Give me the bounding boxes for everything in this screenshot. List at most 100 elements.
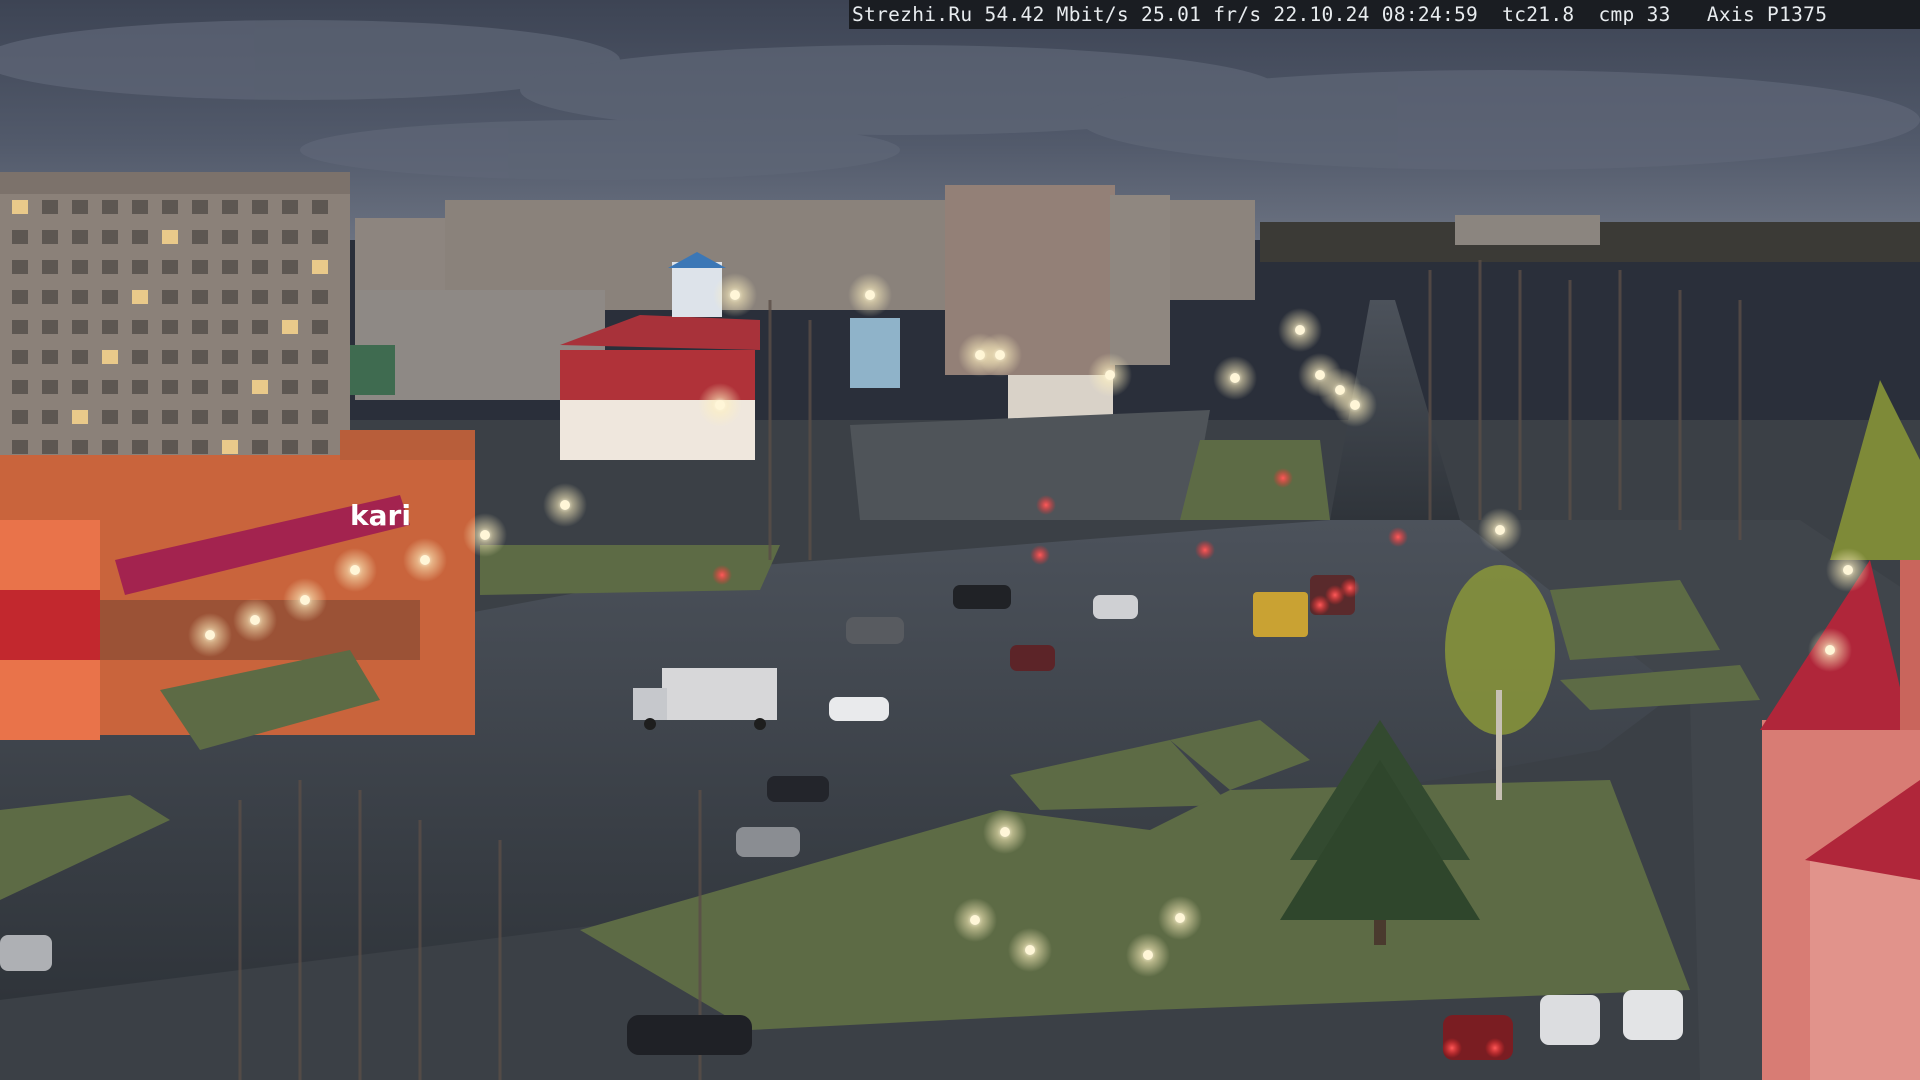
red-light (712, 565, 732, 585)
window (222, 260, 238, 274)
white-van (1093, 595, 1138, 619)
window (282, 230, 298, 244)
window (102, 200, 118, 214)
window (222, 290, 238, 304)
lamp-bulb (350, 565, 360, 575)
window (132, 440, 148, 454)
window (132, 260, 148, 274)
window (102, 320, 118, 334)
window (102, 230, 118, 244)
window (312, 260, 328, 274)
lamp-bulb (420, 555, 430, 565)
parked-car-left (0, 935, 52, 971)
window (132, 380, 148, 394)
window (252, 350, 268, 364)
window (282, 410, 298, 424)
city-street-scene: kari (0, 0, 1920, 1080)
window (192, 410, 208, 424)
window (72, 200, 88, 214)
lamp-bulb (1025, 945, 1035, 955)
window (12, 440, 28, 454)
lamp-bulb (865, 290, 875, 300)
dark-suv (953, 585, 1011, 609)
window (132, 410, 148, 424)
window (102, 350, 118, 364)
window (282, 320, 298, 334)
window (192, 290, 208, 304)
window (252, 410, 268, 424)
white-suv-1 (1540, 995, 1600, 1045)
window (312, 290, 328, 304)
window (192, 320, 208, 334)
window (42, 320, 58, 334)
window (162, 350, 178, 364)
lamp-bulb (1175, 913, 1185, 923)
dark-car-2 (627, 1015, 752, 1055)
window (282, 260, 298, 274)
lamp-bulb (300, 595, 310, 605)
plaza (850, 410, 1210, 520)
window (132, 230, 148, 244)
window (162, 320, 178, 334)
grey-car (736, 827, 800, 857)
window (192, 260, 208, 274)
window (42, 410, 58, 424)
window (252, 230, 268, 244)
window (12, 230, 28, 244)
red-light (1195, 540, 1215, 560)
window (222, 440, 238, 454)
window (252, 320, 268, 334)
window (252, 260, 268, 274)
window (102, 410, 118, 424)
window (42, 440, 58, 454)
window (222, 380, 238, 394)
window (252, 440, 268, 454)
red-light (1030, 545, 1050, 565)
window (312, 380, 328, 394)
window (222, 350, 238, 364)
kiosk-building (850, 318, 900, 388)
window (132, 200, 148, 214)
window (162, 440, 178, 454)
lamp-bulb (995, 350, 1005, 360)
red-light (1273, 468, 1293, 488)
window (102, 440, 118, 454)
window (282, 290, 298, 304)
window (162, 290, 178, 304)
window (222, 410, 238, 424)
lamp-bulb (1495, 525, 1505, 535)
lamp-bulb (1143, 950, 1153, 960)
white-car (829, 697, 889, 721)
window (12, 200, 28, 214)
window (162, 230, 178, 244)
kari-store-sign: kari (350, 499, 411, 532)
window (282, 350, 298, 364)
window (12, 320, 28, 334)
window (102, 260, 118, 274)
window (72, 380, 88, 394)
lamp-bulb (1230, 373, 1240, 383)
window (42, 260, 58, 274)
lamp-bulb (715, 400, 725, 410)
window (222, 320, 238, 334)
window (132, 350, 148, 364)
window (72, 440, 88, 454)
window (72, 260, 88, 274)
suv-on-plaza (846, 617, 904, 644)
window (282, 440, 298, 454)
lamp-bulb (1000, 827, 1010, 837)
window (72, 320, 88, 334)
window (222, 200, 238, 214)
window (162, 380, 178, 394)
window (312, 230, 328, 244)
window (312, 350, 328, 364)
lamp-bulb (480, 530, 490, 540)
window (12, 290, 28, 304)
red-light (1388, 527, 1408, 547)
window (312, 440, 328, 454)
window (312, 320, 328, 334)
dark-car-1 (767, 776, 829, 802)
window (12, 260, 28, 274)
window (102, 290, 118, 304)
window (192, 200, 208, 214)
